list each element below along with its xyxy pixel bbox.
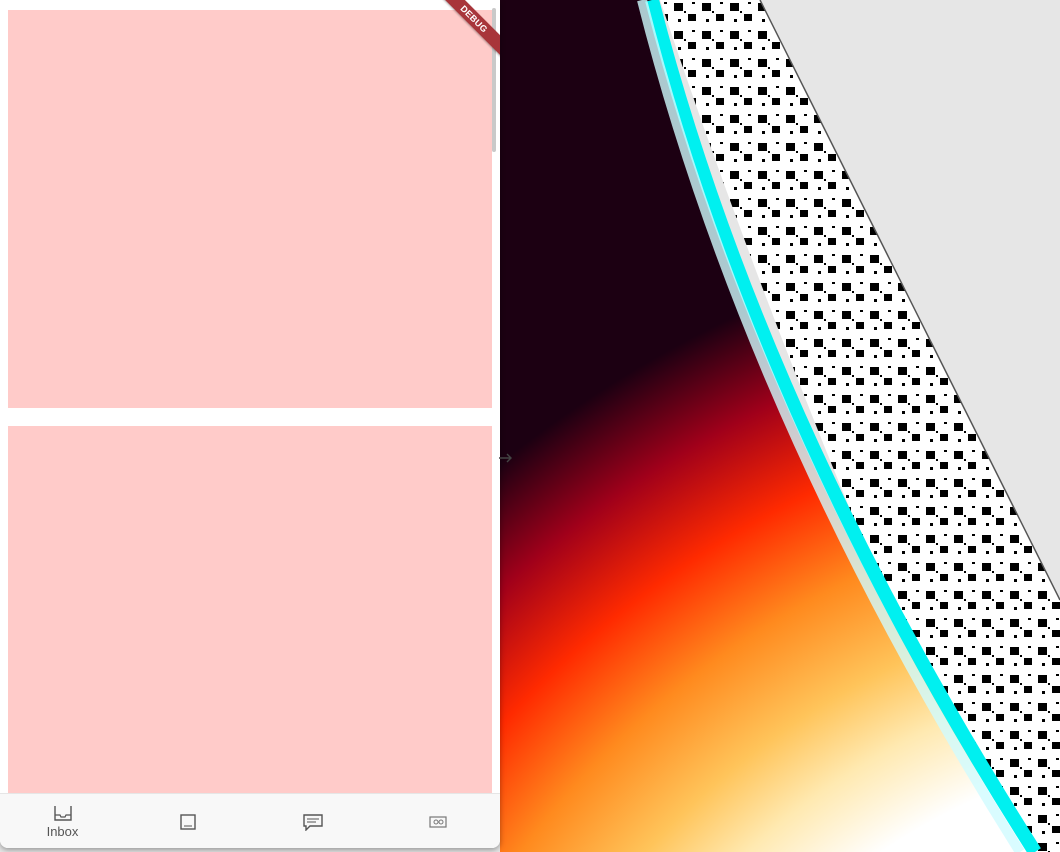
nav-label-inbox: Inbox xyxy=(46,824,79,839)
crop-square-icon xyxy=(179,813,196,830)
list-card[interactable] xyxy=(8,426,492,793)
list-card[interactable] xyxy=(8,10,492,408)
nav-item-2[interactable] xyxy=(125,794,250,848)
bottom-navigation-bar: Inbox xyxy=(0,793,500,848)
scroll-content[interactable] xyxy=(0,0,500,793)
nav-item-3[interactable] xyxy=(250,794,375,848)
chat-icon xyxy=(302,813,323,831)
nav-item-4[interactable] xyxy=(375,794,500,848)
inbox-icon xyxy=(53,806,72,821)
nav-item-inbox[interactable]: Inbox xyxy=(0,794,125,848)
drag-handle-icon[interactable] xyxy=(498,452,512,464)
app-window: DEBUG Inbox xyxy=(0,0,500,848)
photo-icon xyxy=(428,815,447,828)
